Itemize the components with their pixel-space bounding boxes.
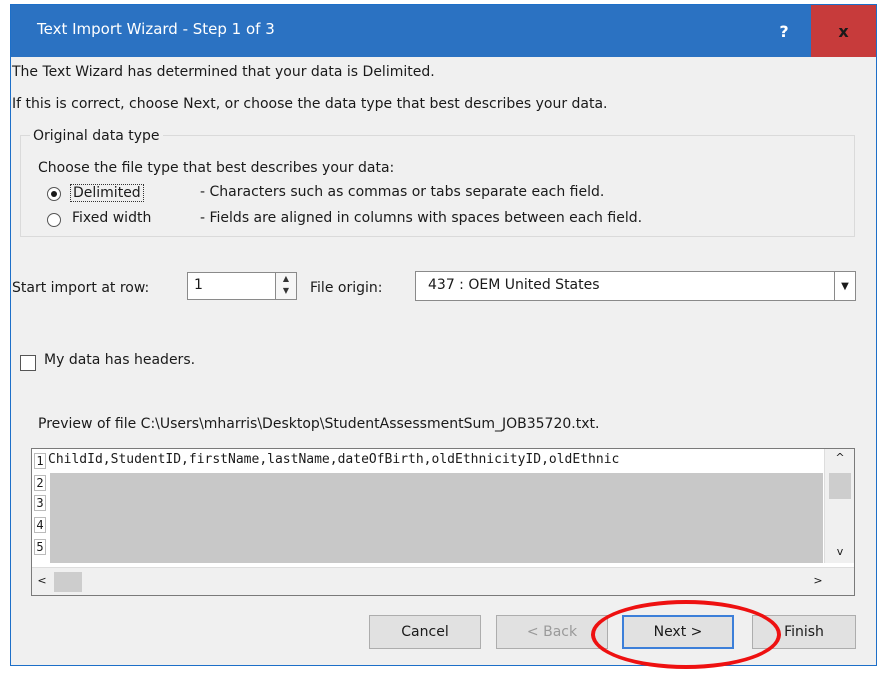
file-origin-select[interactable]: 437 : OEM United States ▼	[415, 271, 856, 301]
intro-line-1: The Text Wizard has determined that your…	[12, 64, 435, 80]
scroll-right-icon[interactable]: >	[810, 574, 826, 590]
preview-label: Preview of file C:\Users\mharris\Desktop…	[38, 416, 600, 432]
row-number: 1	[34, 453, 46, 469]
scroll-up-icon[interactable]: ^	[825, 451, 854, 465]
horizontal-scrollbar[interactable]: < >	[32, 567, 854, 595]
spin-down-icon[interactable]: ▼	[276, 285, 296, 297]
delimited-radio[interactable]	[47, 187, 61, 201]
cancel-button[interactable]: Cancel	[369, 615, 481, 649]
start-row-label: Start import at row:	[12, 280, 150, 296]
file-origin-value: 437 : OEM United States	[428, 277, 600, 293]
highlight-annotation	[591, 600, 781, 669]
horizontal-scroll-thumb[interactable]	[54, 572, 82, 592]
file-origin-label: File origin:	[310, 280, 383, 296]
file-type-prompt: Choose the file type that best describes…	[38, 160, 395, 176]
window-title: Text Import Wizard - Step 1 of 3	[37, 20, 275, 38]
redacted-preview-block	[50, 473, 823, 563]
spin-up-icon[interactable]: ▲	[276, 273, 296, 285]
group-legend: Original data type	[30, 128, 163, 144]
scroll-left-icon[interactable]: <	[34, 574, 50, 590]
delimited-label[interactable]: Delimited	[70, 184, 144, 202]
headers-checkbox[interactable]	[20, 355, 36, 371]
row-number: 2	[34, 475, 46, 491]
fixed-width-label[interactable]: Fixed width	[72, 210, 151, 226]
fixed-width-description: - Fields are aligned in columns with spa…	[200, 210, 643, 226]
scroll-down-icon[interactable]: v	[825, 545, 854, 559]
preview-line: ChildId,StudentID,firstName,lastName,dat…	[48, 452, 620, 467]
fixed-width-radio[interactable]	[47, 213, 61, 227]
vertical-scroll-thumb[interactable]	[829, 473, 851, 499]
preview-pane[interactable]: 1 ChildId,StudentID,firstName,lastName,d…	[31, 448, 855, 596]
headers-label[interactable]: My data has headers.	[44, 352, 195, 368]
close-button[interactable]: x	[811, 5, 876, 57]
row-number: 5	[34, 539, 46, 555]
chevron-down-icon[interactable]: ▼	[834, 272, 855, 300]
start-row-spinner[interactable]: ▲ ▼	[275, 272, 297, 300]
row-number: 4	[34, 517, 46, 533]
start-row-input[interactable]: 1	[187, 272, 287, 300]
help-button[interactable]: ?	[757, 5, 811, 57]
row-number: 3	[34, 495, 46, 511]
delimited-description: - Characters such as commas or tabs sepa…	[200, 184, 605, 200]
intro-line-2: If this is correct, choose Next, or choo…	[12, 96, 608, 112]
title-bar[interactable]: Text Import Wizard - Step 1 of 3 ? x	[11, 5, 876, 57]
vertical-scrollbar[interactable]: ^ v	[824, 449, 854, 563]
